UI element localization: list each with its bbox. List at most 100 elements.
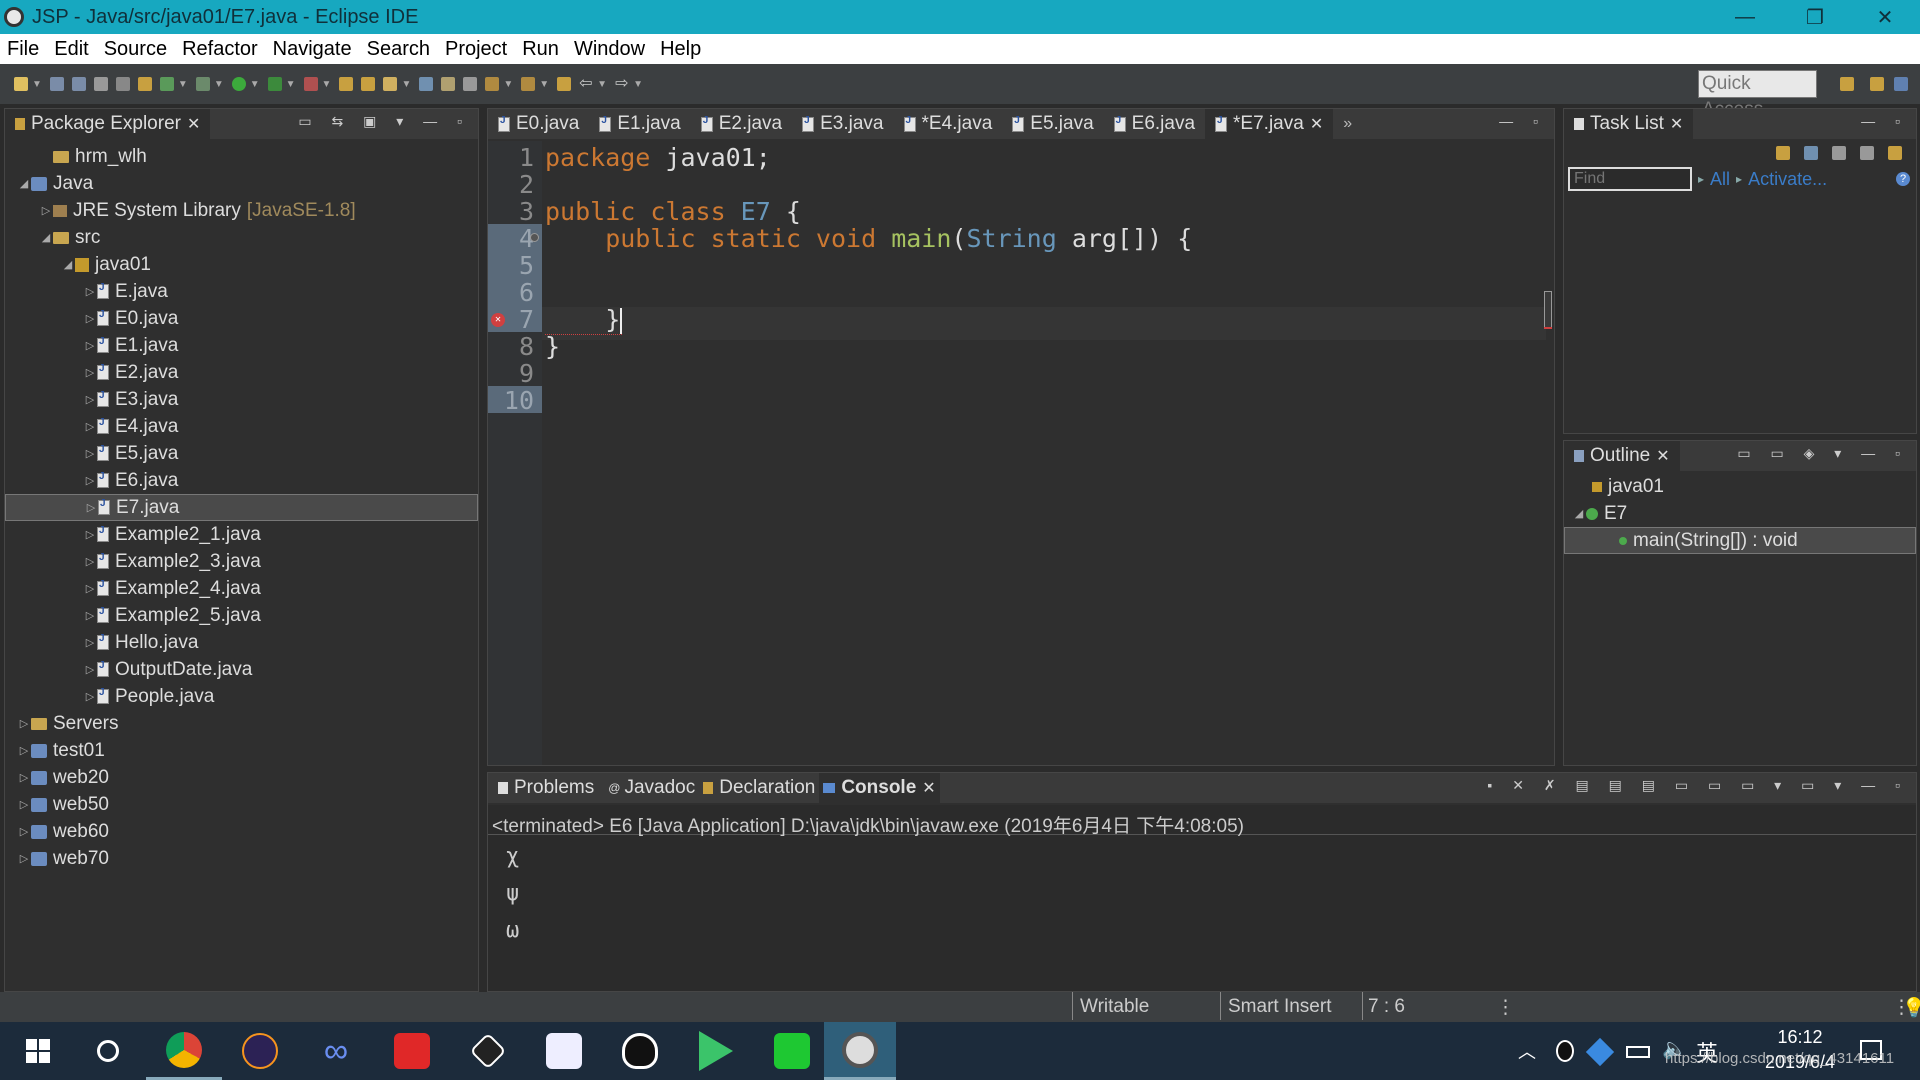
tab-package-explorer[interactable]: Package Explorer ✕ [5, 109, 211, 139]
new-icon[interactable] [14, 77, 28, 91]
tree-item[interactable]: ▷ E0.java [5, 305, 478, 332]
console-output[interactable]: <terminated> E6 [Java Application] D:\ja… [488, 805, 1916, 991]
infinity-app-icon[interactable]: ∞ [298, 1022, 374, 1080]
expand-arrow-icon[interactable]: ▷ [83, 555, 97, 568]
tab-problems[interactable]: Problems [488, 773, 604, 803]
close-icon[interactable]: ✕ [1670, 114, 1683, 134]
expand-arrow-icon[interactable]: ▷ [39, 204, 53, 217]
eclipse-taskbar-icon[interactable] [222, 1022, 298, 1080]
expand-arrow-icon[interactable]: ▷ [83, 447, 97, 460]
toggle-block-selection-icon[interactable] [441, 77, 456, 91]
menu-source[interactable]: Source [104, 38, 167, 61]
menu-project[interactable]: Project [445, 38, 507, 61]
expand-arrow-icon[interactable]: ▷ [83, 690, 97, 703]
skip-breakpoints-icon[interactable] [115, 77, 130, 91]
toggle-mark-occurrences-icon[interactable] [419, 77, 434, 91]
expand-arrow-icon[interactable]: ▷ [17, 798, 31, 811]
search-icon[interactable] [383, 77, 398, 91]
menu-file[interactable]: File [7, 38, 39, 61]
tree-item[interactable]: ▷ E4.java [5, 413, 478, 440]
tip-icon[interactable]: 💡 [1902, 996, 1920, 1020]
tab-outline[interactable]: Outline ✕ [1564, 441, 1680, 471]
expand-arrow-icon[interactable]: ▷ [84, 501, 98, 514]
annotation-next-icon[interactable] [485, 77, 500, 91]
sync-icon[interactable] [1888, 146, 1902, 160]
close-icon[interactable]: ✕ [187, 114, 200, 134]
collapse-all-icon[interactable] [1860, 146, 1874, 160]
menu-window[interactable]: Window [574, 38, 645, 61]
new-task-icon[interactable] [1776, 146, 1790, 160]
tab-E5[interactable]: E5.java [1002, 109, 1103, 139]
expand-arrow-icon[interactable]: ▷ [83, 285, 97, 298]
tab-E2[interactable]: E2.java [691, 109, 792, 139]
tree-item[interactable]: ▷ E6.java [5, 467, 478, 494]
save-icon[interactable] [49, 77, 64, 91]
tray-qq-icon[interactable] [1556, 1040, 1574, 1062]
minimize-button[interactable]: — [1710, 0, 1780, 34]
chrome-taskbar-icon[interactable] [146, 1022, 222, 1080]
console-toolbar[interactable]: ▪ ✕ ✗ ▤ ▤ ▤ ▭ ▭ ▭ ▾ ▭ ▾ — ▫ [1487, 777, 1908, 794]
tree-item[interactable]: ▷ People.java [5, 683, 478, 710]
annotation-prev-icon[interactable] [521, 77, 536, 91]
code-editor[interactable]: 1 2 3 4 5 6 7 8 9 10 ✕ package java01; p… [488, 141, 1554, 765]
error-marker-icon[interactable]: ✕ [491, 313, 505, 327]
expand-arrow-icon[interactable]: ▷ [83, 609, 97, 622]
expand-arrow-icon[interactable]: ◢ [17, 177, 31, 190]
filter-icon[interactable] [1832, 146, 1846, 160]
menu-help[interactable]: Help [660, 38, 701, 61]
expand-arrow-icon[interactable]: ▷ [83, 366, 97, 379]
open-type-icon[interactable] [339, 77, 354, 91]
coverage-icon[interactable] [267, 77, 282, 91]
tree-item[interactable]: ▷ web20 [5, 764, 478, 791]
close-icon[interactable]: ✕ [1310, 114, 1323, 134]
tree-item[interactable]: ◢ Java [5, 170, 478, 197]
expand-arrow-icon[interactable]: ▷ [17, 717, 31, 730]
tree-item[interactable]: ◢ src [5, 224, 478, 251]
quick-access-input[interactable]: Quick Access [1698, 70, 1817, 120]
refresh-icon[interactable] [159, 77, 174, 91]
video-player-icon[interactable] [678, 1022, 754, 1080]
tab-overflow-icon[interactable]: » [1343, 115, 1352, 133]
tree-item[interactable]: ▷ Hello.java [5, 629, 478, 656]
expand-arrow-icon[interactable]: ▷ [83, 582, 97, 595]
tree-item[interactable]: ▷ E1.java [5, 332, 478, 359]
close-button[interactable]: ✕ [1850, 0, 1920, 34]
expand-arrow-icon[interactable]: ▷ [83, 393, 97, 406]
tree-item[interactable]: ▷ Example2_1.java [5, 521, 478, 548]
task-activate-link[interactable]: Activate... [1748, 169, 1827, 190]
eclipse-jsp-taskbar-icon[interactable] [824, 1022, 896, 1080]
tab-E3[interactable]: E3.java [792, 109, 893, 139]
expand-arrow-icon[interactable]: ▷ [83, 312, 97, 325]
run-icon[interactable] [231, 77, 246, 91]
tree-item[interactable]: ▷ Example2_3.java [5, 548, 478, 575]
expand-arrow-icon[interactable]: ▷ [17, 771, 31, 784]
tree-item[interactable]: ▷ web50 [5, 791, 478, 818]
menu-search[interactable]: Search [367, 38, 430, 61]
tree-item[interactable]: ▷ E3.java [5, 386, 478, 413]
expand-arrow-icon[interactable]: ▷ [83, 528, 97, 541]
tray-cube-icon[interactable] [1585, 1037, 1615, 1067]
save-all-icon[interactable] [71, 77, 86, 91]
netease-music-icon[interactable] [374, 1022, 450, 1080]
editor-scrollbar[interactable] [1544, 291, 1552, 329]
tab-E7[interactable]: *E7.java✕ [1205, 109, 1334, 139]
tree-item[interactable]: ▷ E.java [5, 278, 478, 305]
feishu-icon[interactable] [526, 1022, 602, 1080]
expand-arrow-icon[interactable]: ▷ [17, 825, 31, 838]
external-tools-icon[interactable] [303, 77, 318, 91]
new-java-project-icon[interactable] [137, 77, 152, 91]
open-perspective-icon[interactable] [1840, 77, 1854, 91]
tab-declaration[interactable]: Declaration [699, 773, 819, 803]
expand-arrow-icon[interactable]: ▷ [17, 852, 31, 865]
print-icon[interactable] [93, 77, 108, 91]
tab-E0[interactable]: E0.java [488, 109, 589, 139]
qq-icon[interactable] [602, 1022, 678, 1080]
tree-item[interactable]: ▷ Servers [5, 710, 478, 737]
expand-arrow-icon[interactable]: ◢ [1572, 507, 1586, 520]
menu-run[interactable]: Run [522, 38, 559, 61]
tree-item[interactable]: ▷ Example2_4.java [5, 575, 478, 602]
expand-arrow-icon[interactable]: ▷ [83, 636, 97, 649]
maximize-button[interactable]: ❐ [1780, 0, 1850, 34]
categorize-icon[interactable] [1804, 146, 1818, 160]
expand-arrow-icon[interactable]: ◢ [39, 231, 53, 244]
